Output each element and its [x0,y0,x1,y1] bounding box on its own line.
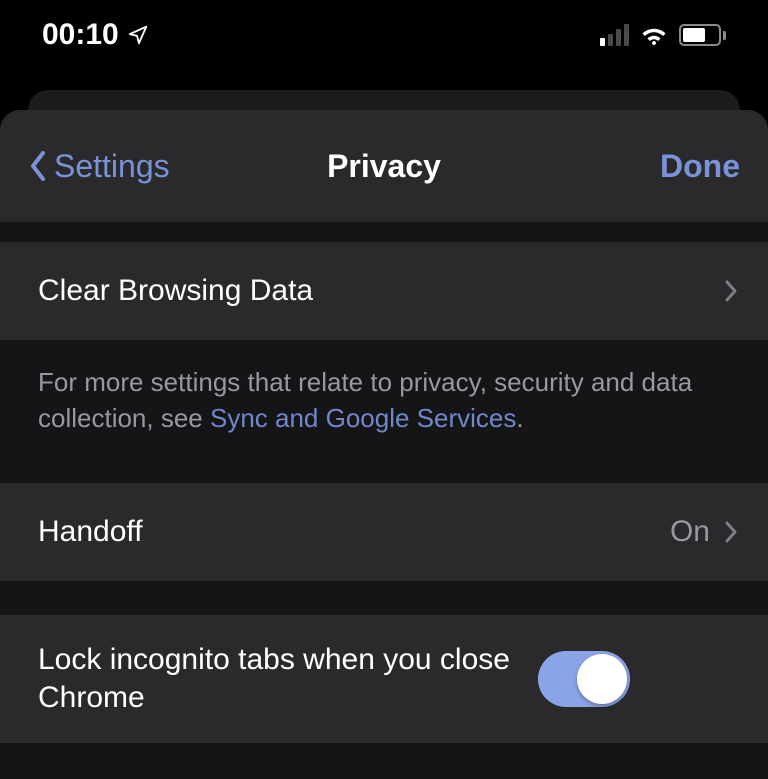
wifi-icon [639,24,669,46]
chevron-left-icon [28,150,48,182]
section-gap [0,581,768,615]
chevron-right-icon [724,520,738,544]
section-gap [0,463,768,483]
cell-label: Handoff [38,493,670,571]
toggle-knob [577,654,627,704]
status-bar: 00:10 [0,0,768,70]
settings-list: Clear Browsing Data For more settings th… [0,222,768,763]
lock-incognito-toggle[interactable] [538,651,630,707]
status-time: 00:10 [42,18,119,52]
section-footer: For more settings that relate to privacy… [0,340,768,463]
lock-incognito-cell: Lock incognito tabs when you close Chrom… [0,615,768,743]
cellular-signal-icon [600,24,629,46]
nav-header: Settings Privacy Done [0,110,768,222]
location-icon [127,24,149,46]
cell-value: On [670,515,710,549]
handoff-cell[interactable]: Handoff On [0,483,768,581]
cell-label: Clear Browsing Data [38,252,724,330]
back-button[interactable]: Settings [28,148,170,185]
section-gap [0,222,768,242]
done-button[interactable]: Done [660,148,740,185]
chevron-right-icon [724,279,738,303]
status-left: 00:10 [42,18,149,52]
status-right [600,24,726,46]
sync-services-link[interactable]: Sync and Google Services [210,403,516,433]
page-title: Privacy [327,148,441,185]
cell-label: Lock incognito tabs when you close Chrom… [38,621,538,736]
section-gap [0,743,768,763]
settings-sheet: Settings Privacy Done Clear Browsing Dat… [0,110,768,779]
battery-icon [679,24,726,46]
footer-text-suffix: . [516,403,523,433]
clear-browsing-data-cell[interactable]: Clear Browsing Data [0,242,768,340]
back-label: Settings [54,148,170,185]
